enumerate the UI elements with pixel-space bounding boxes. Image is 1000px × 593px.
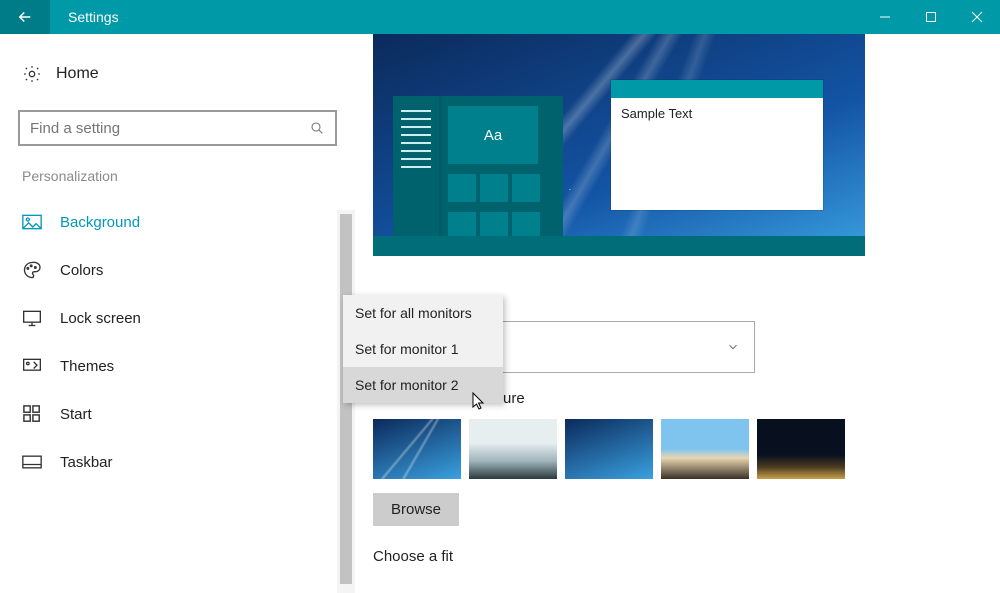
sidebar-item-taskbar[interactable]: Taskbar xyxy=(0,438,355,486)
home-button[interactable]: Home xyxy=(0,56,355,92)
picture-icon xyxy=(22,212,42,232)
themes-icon xyxy=(22,356,42,376)
sidebar-item-label: Lock screen xyxy=(60,310,141,327)
preview-taskbar xyxy=(373,236,865,256)
chevron-down-icon xyxy=(726,340,740,354)
choose-fit-label: Choose a fit xyxy=(373,548,1000,565)
wallpaper-thumb-4[interactable] xyxy=(661,419,749,479)
preview-sample-window: Sample Text xyxy=(611,80,823,210)
browse-button[interactable]: Browse xyxy=(373,493,459,526)
taskbar-icon xyxy=(22,452,42,472)
cursor-icon xyxy=(472,392,488,412)
wallpaper-thumb-3[interactable] xyxy=(565,419,653,479)
sidebar-item-label: Themes xyxy=(60,358,114,375)
close-icon xyxy=(971,11,983,23)
main-panel: Aa Sample Text Set for all monitors Set … xyxy=(355,34,1000,593)
preview-start-menu: Aa xyxy=(393,96,563,256)
gear-icon xyxy=(22,64,42,84)
maximize-button[interactable] xyxy=(908,0,954,34)
sidebar-item-label: Taskbar xyxy=(60,454,113,471)
sidebar-item-background[interactable]: Background xyxy=(0,198,355,246)
sidebar-item-label: Colors xyxy=(60,262,103,279)
sidebar: Home Personalization Background Colors xyxy=(0,34,355,593)
window-controls xyxy=(862,0,1000,34)
wallpaper-thumb-1[interactable] xyxy=(373,419,461,479)
wallpaper-thumb-5[interactable] xyxy=(757,419,845,479)
maximize-icon xyxy=(925,11,937,23)
home-label: Home xyxy=(56,65,99,83)
section-label: Personalization xyxy=(22,168,355,184)
sidebar-item-label: Background xyxy=(60,214,140,231)
search-box[interactable] xyxy=(18,110,337,146)
sidebar-item-colors[interactable]: Colors xyxy=(0,246,355,294)
minimize-icon xyxy=(879,11,891,23)
minimize-button[interactable] xyxy=(862,0,908,34)
sidebar-item-label: Start xyxy=(60,406,92,423)
titlebar: Settings xyxy=(0,0,1000,34)
context-menu: Set for all monitors Set for monitor 1 S… xyxy=(343,295,503,403)
search-input[interactable] xyxy=(30,120,309,137)
menu-item-monitor-1[interactable]: Set for monitor 1 xyxy=(343,331,503,367)
sidebar-item-start[interactable]: Start xyxy=(0,390,355,438)
arrow-left-icon xyxy=(16,8,34,26)
back-button[interactable] xyxy=(0,0,50,34)
palette-icon xyxy=(22,260,42,280)
preview-tile-aa: Aa xyxy=(448,106,538,164)
wallpaper-thumb-2[interactable] xyxy=(469,419,557,479)
monitor-icon xyxy=(22,308,42,328)
search-icon xyxy=(309,120,325,136)
sidebar-item-themes[interactable]: Themes xyxy=(0,342,355,390)
sample-text-label: Sample Text xyxy=(611,98,823,129)
sidebar-item-lock-screen[interactable]: Lock screen xyxy=(0,294,355,342)
desktop-preview: Aa Sample Text xyxy=(373,34,865,256)
picture-thumbnails xyxy=(373,419,1000,479)
menu-item-all-monitors[interactable]: Set for all monitors xyxy=(343,295,503,331)
window-title: Settings xyxy=(68,9,119,25)
start-grid-icon xyxy=(22,404,42,424)
choose-picture-label: ure xyxy=(503,390,1000,407)
close-button[interactable] xyxy=(954,0,1000,34)
